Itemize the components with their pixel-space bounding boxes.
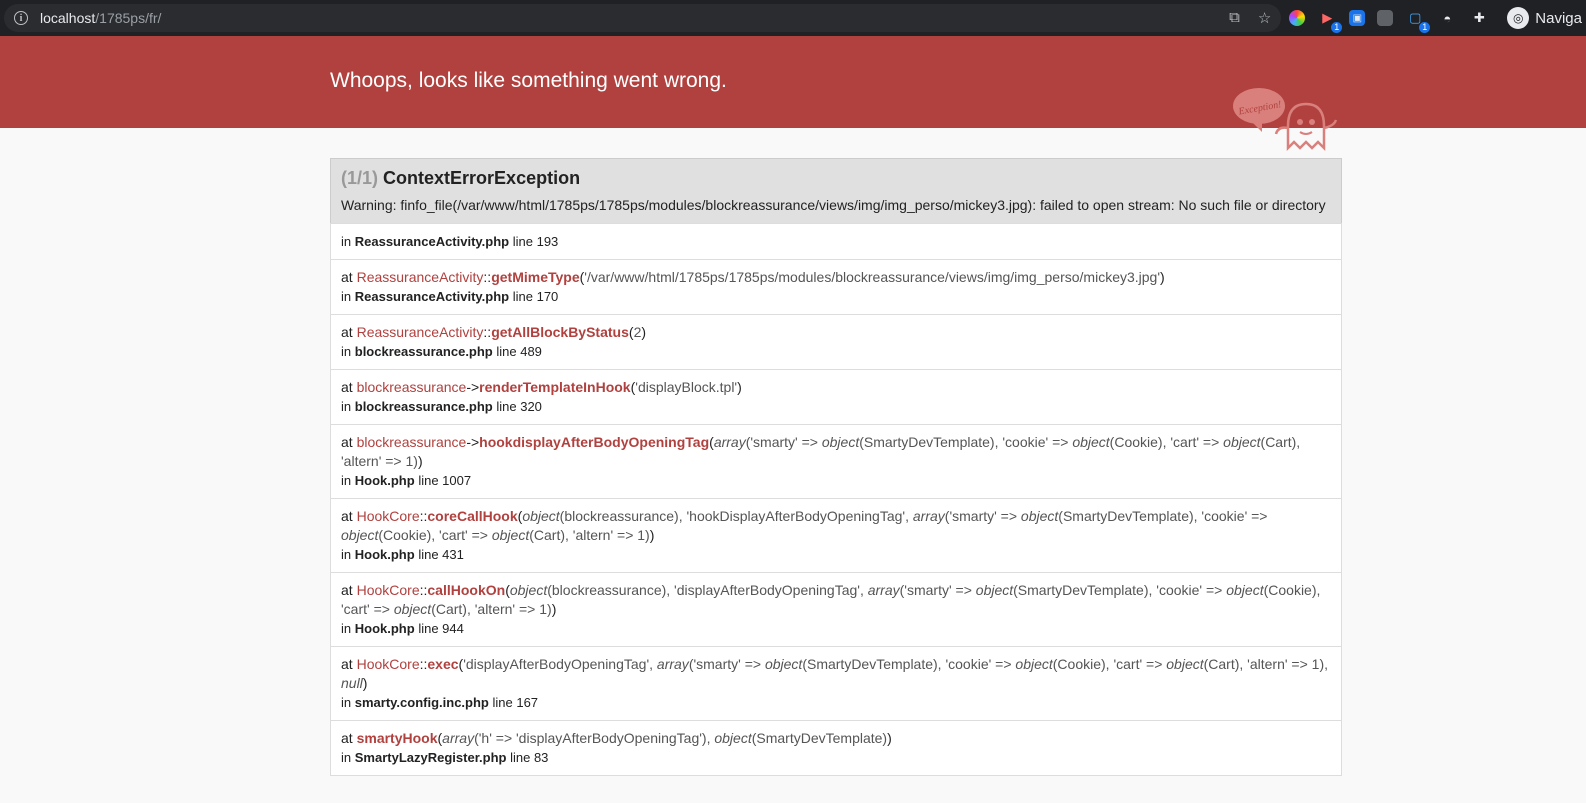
exception-name: ContextErrorException: [383, 168, 581, 188]
exception-container: (1/1) ContextErrorException Warning: fin…: [330, 158, 1342, 776]
exception-ghost-logo: Exception!: [1233, 88, 1338, 152]
trace-file[interactable]: Hook.php: [355, 547, 415, 562]
trace-file[interactable]: blockreassurance.php: [355, 399, 493, 414]
trace-item: at ReassuranceActivity::getAllBlockBySta…: [331, 314, 1341, 369]
puzzle-icon[interactable]: ✚: [1469, 8, 1489, 28]
exception-counter: (1/1): [341, 168, 379, 188]
profile-button[interactable]: ◎ Naviga: [1507, 7, 1582, 29]
exception-title: (1/1) ContextErrorException: [341, 168, 1331, 189]
trace-item: in ReassuranceActivity.php line 193: [341, 234, 559, 249]
url-text[interactable]: localhost/1785ps/fr/: [40, 10, 161, 26]
trace-file[interactable]: smarty.config.inc.php: [355, 695, 489, 710]
incognito-icon: ◎: [1507, 7, 1530, 29]
trace-file[interactable]: Hook.php: [355, 473, 415, 488]
trace-item: at HookCore::callHookOn(object(blockreas…: [331, 572, 1341, 646]
screen-extension-icon[interactable]: ▢ 1: [1405, 8, 1431, 33]
grid-extension-icon[interactable]: [1377, 10, 1394, 26]
trace-file[interactable]: ReassuranceActivity.php: [355, 234, 509, 249]
address-bar[interactable]: i localhost/1785ps/fr/ ⧉ ☆: [4, 4, 1282, 32]
trace-item: at smartyHook(array('h' => 'displayAfter…: [331, 720, 1341, 775]
trace-item: at HookCore::coreCallHook(object(blockre…: [331, 498, 1341, 572]
calendar-extension-icon[interactable]: ▣: [1349, 10, 1366, 26]
trace-item: at ReassuranceActivity::getMimeType('/va…: [331, 259, 1341, 314]
profile-label: Naviga: [1535, 9, 1582, 27]
trace-file[interactable]: Hook.php: [355, 621, 415, 636]
exception-summary: (1/1) ContextErrorException Warning: fin…: [330, 158, 1342, 223]
exception-header: Whoops, looks like something went wrong.…: [0, 36, 1586, 152]
trace-file[interactable]: SmartyLazyRegister.php: [355, 750, 507, 765]
color-picker-extension-icon[interactable]: [1289, 10, 1306, 26]
ghost-extension-icon[interactable]: ▶ 1: [1317, 8, 1343, 33]
exception-message: Warning: finfo_file(/var/www/html/1785ps…: [341, 197, 1326, 213]
info-icon[interactable]: i: [14, 11, 28, 25]
translate-icon[interactable]: ⧉: [1229, 9, 1240, 27]
trace-file[interactable]: blockreassurance.php: [355, 344, 493, 359]
trace-item: at blockreassurance->hookdisplayAfterBod…: [331, 424, 1341, 498]
star-icon[interactable]: ☆: [1258, 9, 1271, 27]
trace-file[interactable]: ReassuranceActivity.php: [355, 289, 509, 304]
trace-item: at blockreassurance->renderTemplateInHoo…: [331, 369, 1341, 424]
spy-extension-icon[interactable]: ◓: [1437, 8, 1457, 28]
browser-toolbar: i localhost/1785ps/fr/ ⧉ ☆ ▶ 1 ▣ ▢ 1 ◓ ✚ ◎…: [0, 0, 1586, 36]
page-title: Whoops, looks like something went wrong.: [330, 69, 727, 92]
stack-trace: in ReassuranceActivity.php line 193 at R…: [330, 223, 1342, 776]
trace-item: at HookCore::exec('displayAfterBodyOpeni…: [331, 646, 1341, 720]
